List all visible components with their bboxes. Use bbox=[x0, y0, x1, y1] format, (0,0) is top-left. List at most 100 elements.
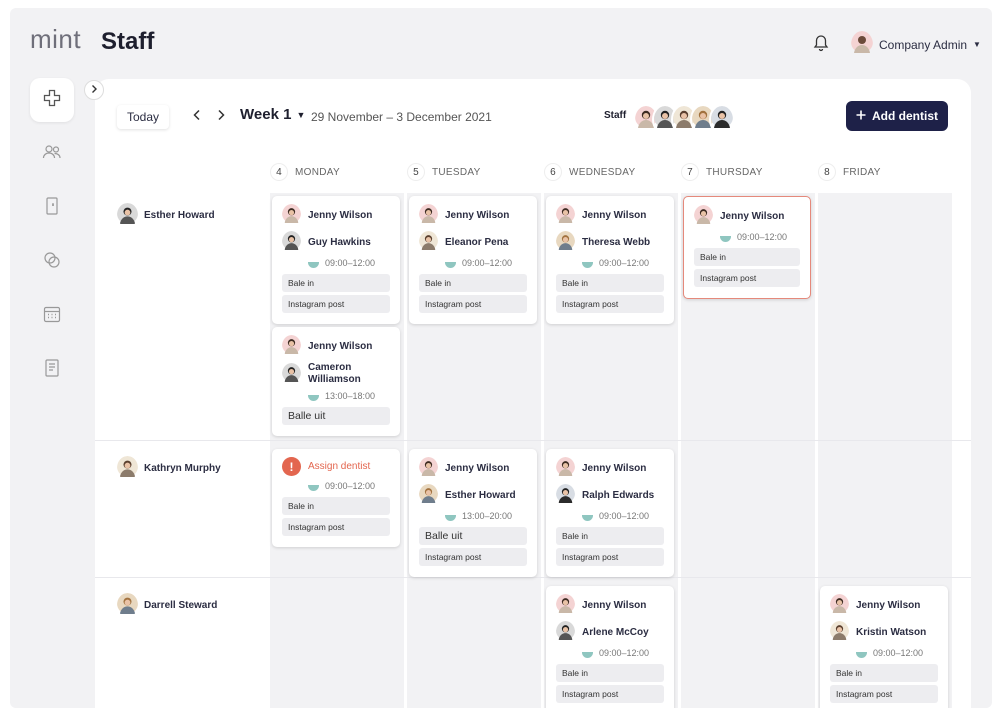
assign-dentist-warning[interactable]: ! Assign dentist bbox=[282, 457, 390, 476]
task-tag[interactable]: Bale in bbox=[282, 497, 390, 515]
user-menu[interactable]: Company Admin ▼ bbox=[851, 31, 981, 58]
task-tag[interactable]: Instagram post bbox=[419, 295, 527, 313]
week-selector[interactable]: Week 1 ▼ bbox=[240, 106, 305, 123]
task-tag[interactable]: Bale in bbox=[282, 274, 390, 292]
dentist: Eleanor Pena bbox=[419, 231, 527, 253]
nav-item-staff[interactable] bbox=[30, 132, 74, 176]
assistant-avatar bbox=[556, 457, 575, 479]
nav-item-rooms[interactable] bbox=[30, 186, 74, 230]
shift-time-text: 09:00–12:00 bbox=[325, 481, 376, 491]
assistant-avatar bbox=[419, 204, 438, 226]
clock-half-icon bbox=[308, 394, 319, 401]
row-divider bbox=[95, 577, 971, 578]
staff-avatar-group[interactable] bbox=[633, 104, 735, 135]
task-tag[interactable]: Instagram post bbox=[282, 518, 390, 536]
bell-icon[interactable] bbox=[813, 34, 829, 52]
assistant: Jenny Wilson bbox=[419, 457, 527, 479]
task-tag[interactable]: Instagram post bbox=[830, 685, 938, 703]
day-name: TUESDAY bbox=[432, 166, 481, 178]
today-button[interactable]: Today bbox=[117, 105, 169, 129]
staff-row-name: Esther Howard bbox=[144, 209, 215, 221]
alert-icon: ! bbox=[282, 457, 301, 476]
dentist-name: Cameron Williamson bbox=[308, 362, 361, 385]
task-tag[interactable]: Bale in bbox=[830, 664, 938, 682]
dentist-avatar bbox=[556, 484, 575, 506]
chevron-right-icon bbox=[216, 108, 226, 126]
task-tag[interactable]: Bale in bbox=[419, 274, 527, 292]
page-title: Staff bbox=[101, 28, 155, 55]
dentist: Kristin Watson bbox=[830, 621, 938, 643]
nav-item-documents[interactable] bbox=[30, 348, 74, 392]
unassigned-shift-card[interactable]: ! Assign dentist 09:00–12:00 Bale in Instagr… bbox=[272, 449, 400, 547]
nav-item-add[interactable] bbox=[30, 78, 74, 122]
shift-card[interactable]: Jenny Wilson 09:00–12:00 Bale in Instagram … bbox=[683, 196, 811, 299]
staff-row-avatar bbox=[117, 203, 138, 227]
staff-row-name: Darrell Steward bbox=[144, 599, 218, 611]
calendar-icon bbox=[42, 304, 62, 329]
user-name: Company Admin bbox=[879, 37, 968, 52]
task-tag[interactable]: Balle uit bbox=[419, 527, 527, 545]
sidebar-collapse-button[interactable] bbox=[84, 80, 104, 100]
assistant: Jenny Wilson bbox=[282, 204, 390, 226]
task-tag[interactable]: Instagram post bbox=[556, 548, 664, 566]
clock-half-icon bbox=[445, 261, 456, 268]
shift-card[interactable]: Jenny Wilson Esther Howard 13:00–20:00 Ball… bbox=[409, 449, 537, 577]
day-name: THURSDAY bbox=[706, 166, 763, 178]
next-week-button[interactable] bbox=[213, 109, 229, 125]
shift-card[interactable]: Jenny Wilson Cameron Williamson 13:00–18:0… bbox=[272, 327, 400, 436]
assign-dentist-link[interactable]: Assign dentist bbox=[308, 461, 370, 472]
task-tag[interactable]: Instagram post bbox=[556, 685, 664, 703]
task-tag[interactable]: Bale in bbox=[694, 248, 800, 266]
users-icon bbox=[42, 142, 62, 167]
nav-item-services[interactable] bbox=[30, 240, 74, 284]
assistant: Jenny Wilson bbox=[830, 594, 938, 616]
shift-time: 09:00–12:00 bbox=[556, 258, 664, 268]
dentist: Esther Howard bbox=[419, 484, 527, 506]
task-tag[interactable]: Bale in bbox=[556, 664, 664, 682]
assistant-name: Jenny Wilson bbox=[720, 210, 785, 222]
dentist-avatar bbox=[419, 484, 438, 506]
task-tag[interactable]: Instagram post bbox=[556, 295, 664, 313]
task-tag[interactable]: Bale in bbox=[556, 274, 664, 292]
assistant: Jenny Wilson bbox=[556, 457, 664, 479]
assistant-avatar bbox=[694, 205, 713, 227]
task-tag[interactable]: Instagram post bbox=[282, 295, 390, 313]
shift-card[interactable]: Jenny Wilson Theresa Webb 09:00–12:00 Bale … bbox=[546, 196, 674, 324]
dentist-name: Esther Howard bbox=[445, 489, 516, 501]
shift-time-text: 09:00–12:00 bbox=[873, 648, 924, 658]
task-tag[interactable]: Instagram post bbox=[694, 269, 800, 287]
shift-time: 09:00–12:00 bbox=[282, 258, 390, 268]
dentist: Guy Hawkins bbox=[282, 231, 390, 253]
shift-card[interactable]: Jenny Wilson Kristin Watson 09:00–12:00 Bal… bbox=[820, 586, 948, 708]
shift-time-text: 09:00–12:00 bbox=[737, 232, 788, 242]
task-tag[interactable]: Bale in bbox=[556, 527, 664, 545]
dentist-name: Theresa Webb bbox=[582, 236, 651, 248]
nav-item-calendar[interactable] bbox=[30, 294, 74, 338]
shift-time-text: 09:00–12:00 bbox=[462, 258, 513, 268]
dentist: Cameron Williamson bbox=[282, 362, 390, 386]
assistant-avatar bbox=[556, 594, 575, 616]
shift-card[interactable]: Jenny Wilson Eleanor Pena 09:00–12:00 Bale … bbox=[409, 196, 537, 324]
shift-card[interactable]: Jenny Wilson Guy Hawkins 09:00–12:00 Bale i… bbox=[272, 196, 400, 324]
schedule-panel: Today Week 1 ▼ 29 November – 3 December … bbox=[95, 79, 971, 708]
assistant: Jenny Wilson bbox=[282, 335, 390, 357]
day-number: 5 bbox=[407, 163, 425, 181]
assistant-name: Jenny Wilson bbox=[582, 599, 647, 611]
prev-week-button[interactable] bbox=[189, 109, 205, 125]
shift-card[interactable]: Jenny Wilson Ralph Edwards 09:00–12:00 Bale… bbox=[546, 449, 674, 577]
shift-time: 09:00–12:00 bbox=[694, 232, 800, 242]
assistant-avatar bbox=[282, 335, 301, 357]
add-dentist-button[interactable]: Add dentist bbox=[846, 101, 948, 131]
staff-avatar bbox=[709, 104, 735, 135]
assistant: Jenny Wilson bbox=[694, 205, 800, 227]
clock-half-icon bbox=[856, 651, 867, 658]
shift-card[interactable]: Jenny Wilson Arlene McCoy 09:00–12:00 Bale … bbox=[546, 586, 674, 708]
day-header: 7 THURSDAY bbox=[681, 163, 763, 181]
user-avatar bbox=[851, 31, 873, 58]
shift-time-text: 09:00–12:00 bbox=[599, 648, 650, 658]
app-logo: mint bbox=[30, 24, 82, 54]
task-tag[interactable]: Instagram post bbox=[419, 548, 527, 566]
task-tag[interactable]: Balle uit bbox=[282, 407, 390, 425]
shift-time-text: 13:00–18:00 bbox=[325, 391, 376, 401]
assistant-name: Jenny Wilson bbox=[308, 209, 373, 221]
